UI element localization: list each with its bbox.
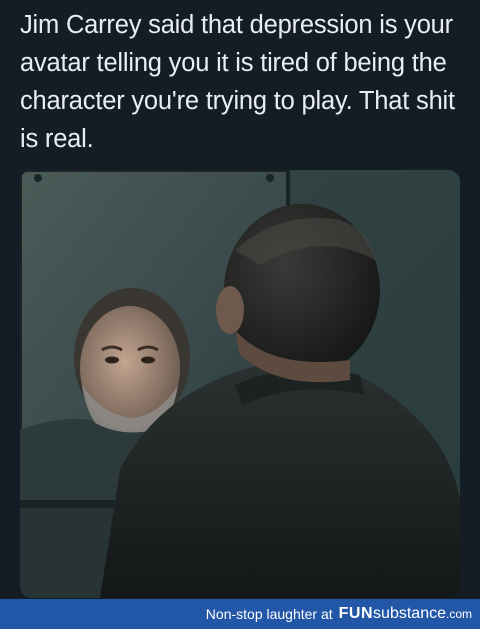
photo-man-looking-in-mirror	[20, 170, 460, 598]
brand-regular: substance	[373, 605, 446, 622]
brand-domain: .com	[445, 607, 472, 621]
watermark-footer-bar: Non-stop laughter at FUN substance .com	[0, 599, 480, 629]
post-text: Jim Carrey said that depression is your …	[20, 11, 455, 153]
brand-bold: FUN	[338, 605, 374, 622]
footer-tagline: Non-stop laughter at	[205, 606, 333, 622]
photo-illustration	[20, 170, 460, 598]
brand-logo: FUN substance .com	[339, 605, 472, 623]
